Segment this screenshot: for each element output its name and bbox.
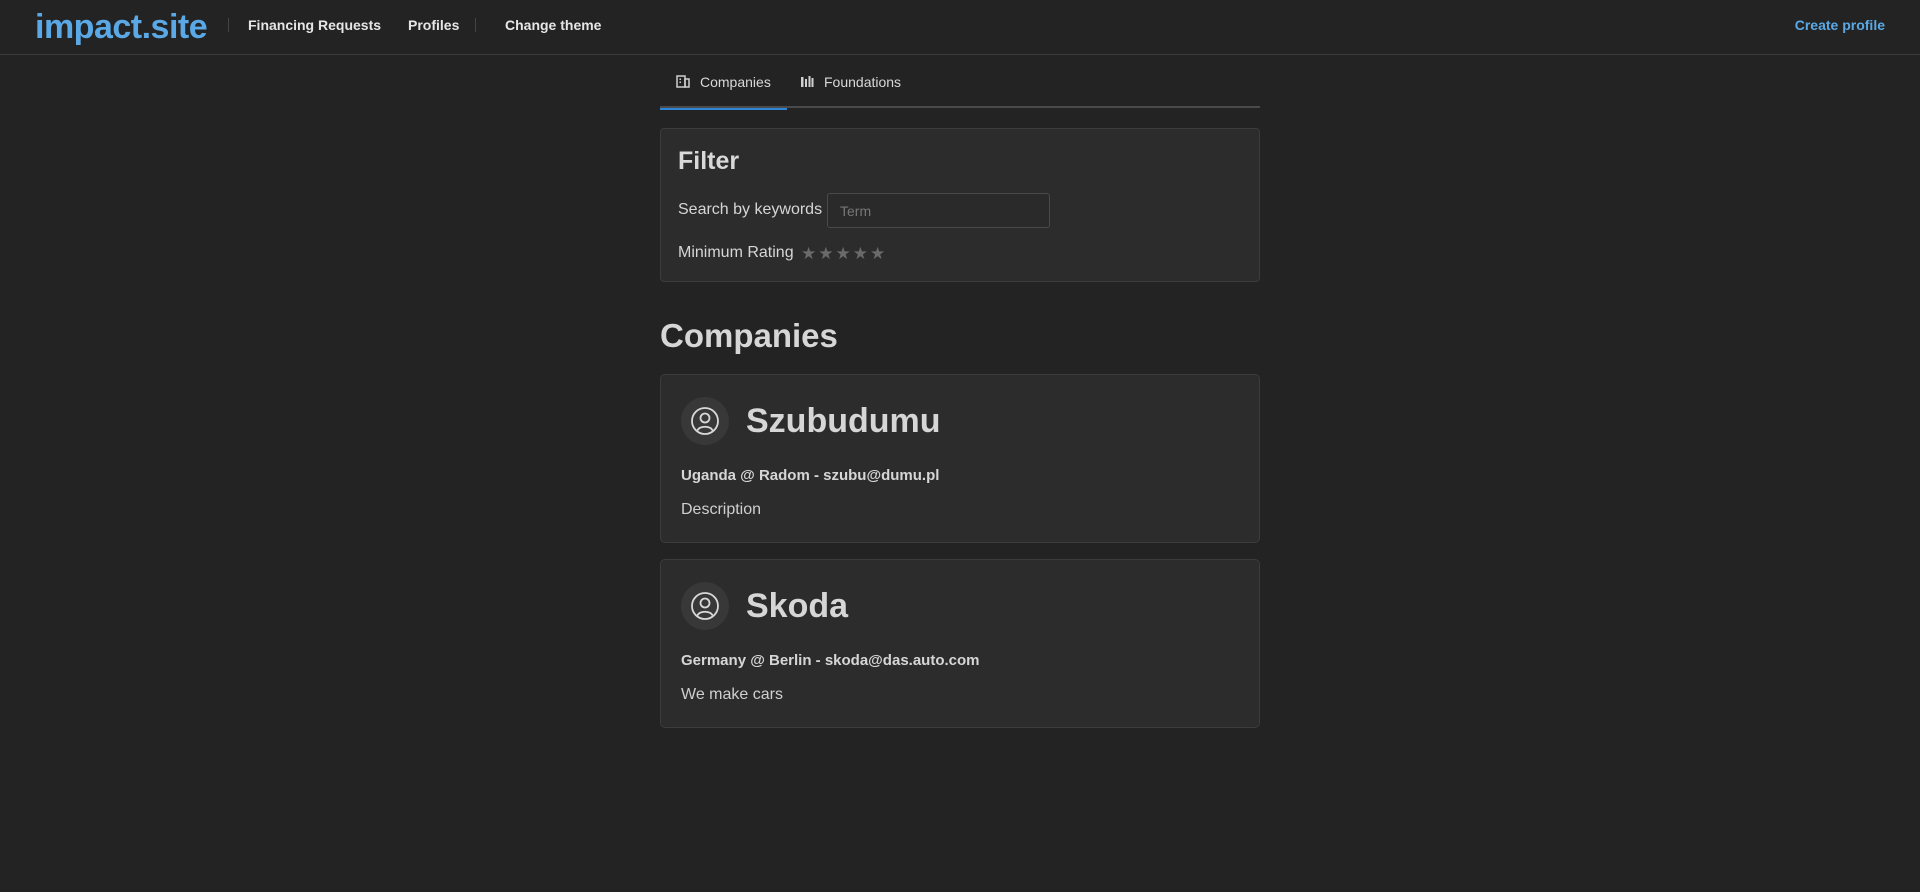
company-meta: Germany @ Berlin - skoda@das.auto.com <box>681 652 980 669</box>
main-content: Companies Foundations Filter Search by k… <box>660 55 1260 728</box>
tab-foundations-label: Foundations <box>824 73 902 90</box>
company-name[interactable]: Szubudumu <box>746 397 941 445</box>
nav-separator <box>228 18 229 32</box>
brand-logo[interactable]: impact.site <box>35 8 208 47</box>
create-profile-link[interactable]: Create profile <box>1795 17 1885 33</box>
nav-profiles[interactable]: Profiles <box>408 17 459 33</box>
nav-separator <box>475 18 476 32</box>
company-meta: Uganda @ Radom - szubu@dumu.pl <box>681 467 940 484</box>
columns-icon <box>800 75 814 88</box>
company-card[interactable]: Skoda Germany @ Berlin - skoda@das.auto.… <box>660 559 1260 728</box>
rating-stars[interactable]: ★ ★ ★ ★ ★ <box>801 245 885 262</box>
star-icon[interactable]: ★ <box>836 245 851 262</box>
search-label: Search by keywords <box>678 201 823 218</box>
star-icon[interactable]: ★ <box>801 245 816 262</box>
user-circle-icon <box>691 407 719 435</box>
search-input[interactable] <box>827 193 1050 228</box>
star-icon[interactable]: ★ <box>853 245 868 262</box>
avatar <box>681 397 729 445</box>
tab-companies[interactable]: Companies <box>660 55 787 110</box>
profile-type-tabs: Companies Foundations <box>660 55 1260 110</box>
nav-financing-requests[interactable]: Financing Requests <box>248 17 381 33</box>
minimum-rating-label: Minimum Rating <box>678 244 794 261</box>
user-circle-icon <box>691 592 719 620</box>
avatar <box>681 582 729 630</box>
company-description: We make cars <box>681 686 783 703</box>
building-icon <box>676 75 690 88</box>
filter-title: Filter <box>678 147 740 175</box>
section-title: Companies <box>660 317 838 354</box>
top-navbar: impact.site Financing Requests Profiles … <box>0 0 1920 55</box>
company-card[interactable]: Szubudumu Uganda @ Radom - szubu@dumu.pl… <box>660 374 1260 543</box>
nav-change-theme[interactable]: Change theme <box>505 17 601 33</box>
tab-companies-label: Companies <box>700 73 771 90</box>
star-icon[interactable]: ★ <box>818 245 833 262</box>
tab-foundations[interactable]: Foundations <box>800 55 901 108</box>
star-icon[interactable]: ★ <box>870 245 885 262</box>
company-name[interactable]: Skoda <box>746 582 848 630</box>
company-description: Description <box>681 501 762 518</box>
filter-panel: Filter Search by keywords Minimum Rating… <box>660 128 1260 282</box>
